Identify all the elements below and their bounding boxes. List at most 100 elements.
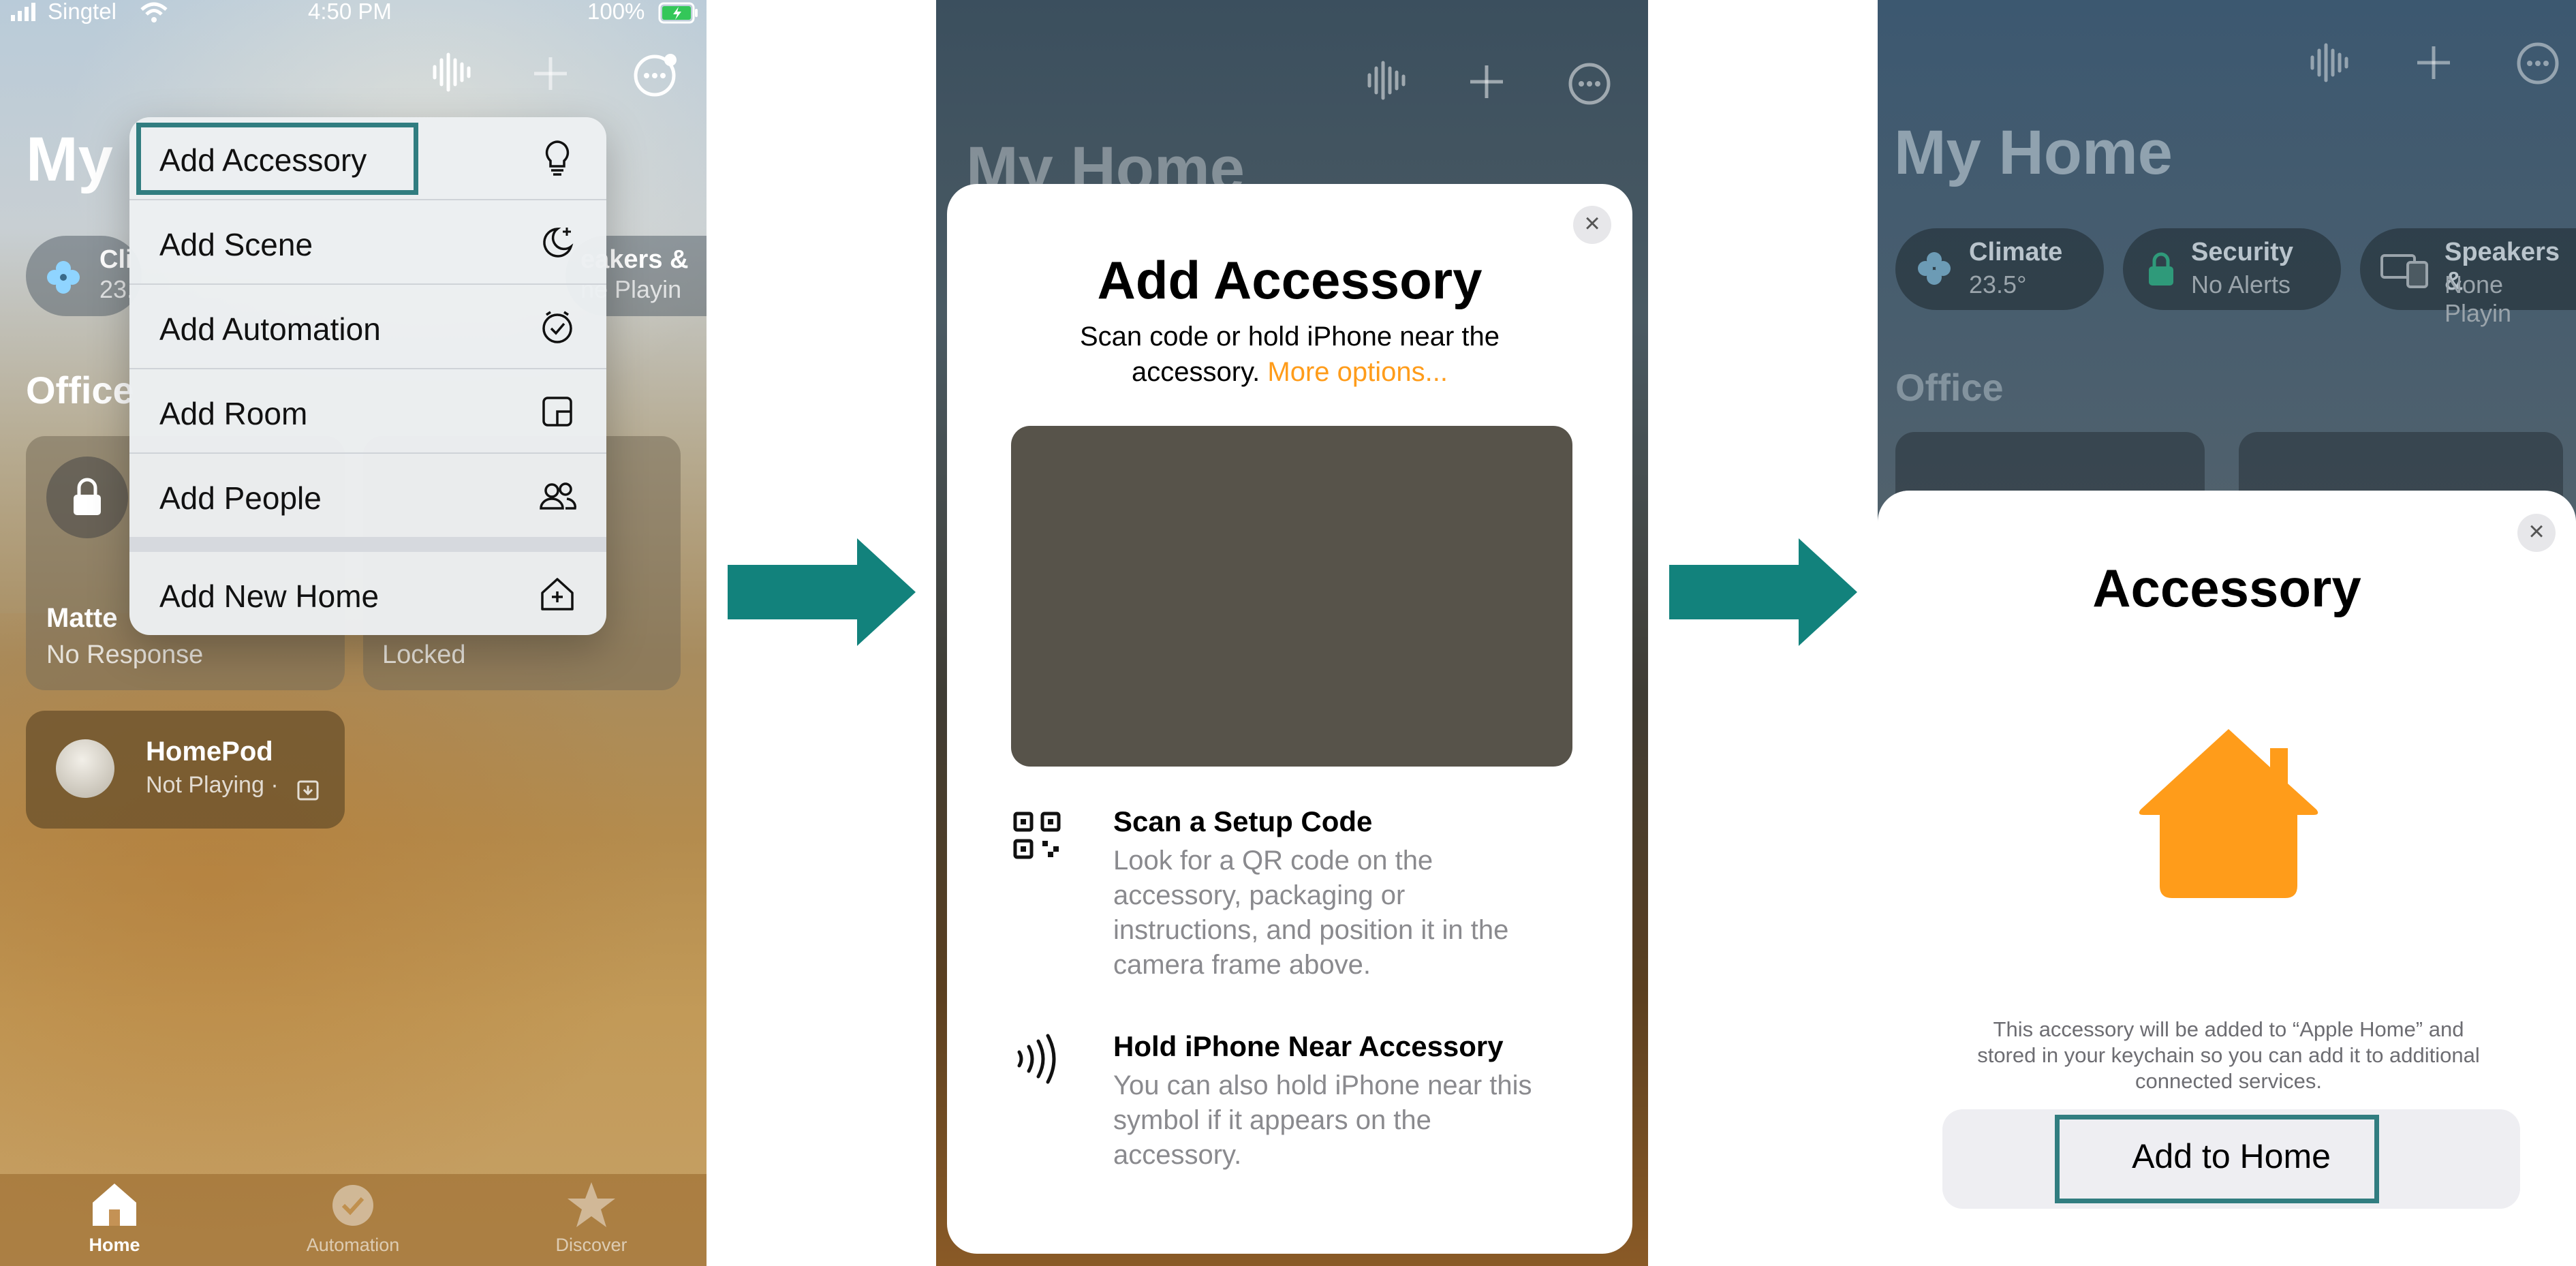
chip-value: 23.5°: [1969, 271, 2027, 298]
menu-item-add-room[interactable]: Add Room: [129, 371, 606, 454]
step-arrow-icon: [1669, 538, 1857, 646]
menu-item-label: Add Room: [159, 396, 308, 431]
house-icon: [2139, 729, 2318, 898]
step-arrow-icon: [728, 538, 916, 646]
airplay-icon: [297, 780, 319, 801]
security-chip: Security No Alerts: [2123, 228, 2341, 310]
sheet-subtitle-line2: accessory. More options...: [947, 354, 1632, 390]
more-options-link[interactable]: More options...: [1267, 357, 1448, 387]
tile-status: Not Playing ·: [146, 772, 279, 798]
add-to-home-label: Add to Home: [2132, 1137, 2331, 1175]
more-icon: [1568, 63, 1611, 105]
homepod-tile[interactable]: HomePod Not Playing ·: [26, 711, 345, 829]
people-icon: [540, 482, 576, 510]
status-bar-left: Singtel: [10, 0, 187, 30]
star-icon: [568, 1182, 615, 1227]
battery-icon: [658, 2, 698, 24]
nfc-icon: [1017, 1034, 1056, 1084]
accessory-confirm-panel: My Home Climate 23.5° Security No Alerts…: [1878, 0, 2576, 1266]
tile-title: Matte: [46, 603, 118, 633]
house-plus-icon: [541, 578, 574, 611]
wifi-icon: [140, 2, 168, 22]
menu-item-add-new-home[interactable]: Add New Home: [129, 553, 606, 635]
tab-label: Home: [89, 1235, 140, 1255]
lightbulb-icon: [545, 140, 570, 176]
scan-code-title: Scan a Setup Code: [1113, 805, 1373, 837]
automation-tab-icon: [332, 1185, 373, 1226]
description-line: accessory, packaging or: [1113, 880, 1406, 910]
fan-icon: [1918, 252, 1951, 285]
section-title: Office: [1895, 366, 2004, 409]
tab-label: Automation: [306, 1235, 400, 1255]
description-line: You can also hold iPhone near this: [1113, 1070, 1532, 1100]
moon-sparkle-icon: [543, 227, 574, 258]
close-icon[interactable]: ×: [1573, 206, 1611, 244]
plus-icon: [2417, 46, 2450, 79]
section-title[interactable]: Office: [26, 368, 134, 412]
menu-item-add-accessory[interactable]: Add Accessory: [129, 117, 606, 200]
menu-item-add-automation[interactable]: Add Automation: [129, 286, 606, 369]
carrier-label: Singtel: [48, 0, 117, 24]
hold-iphone-description: You can also hold iPhone near this symbo…: [1113, 1068, 1532, 1173]
tile-title: HomePod: [146, 737, 273, 767]
description-line: Look for a QR code on the: [1113, 846, 1433, 876]
camera-frame: [1011, 426, 1572, 767]
status-time: 4:50 PM: [308, 0, 392, 24]
tab-discover[interactable]: Discover: [523, 1179, 659, 1256]
scan-code-description: Look for a QR code on the accessory, pac…: [1113, 844, 1508, 983]
menu-item-label: Add People: [159, 480, 322, 516]
add-to-home-button[interactable]: Add to Home: [1942, 1109, 2520, 1209]
hold-iphone-title: Hold iPhone Near Accessory: [1113, 1030, 1504, 1062]
description-line: symbol if it appears on the: [1113, 1105, 1431, 1135]
page-title: My: [26, 125, 113, 194]
homepod-icon: [56, 739, 114, 798]
speakers-chip: Speakers & None Playin: [2360, 228, 2576, 327]
chip-label: Climate: [1969, 238, 2063, 266]
home-tab-icon: [93, 1184, 136, 1226]
menu-item-label: Add Accessory: [159, 142, 367, 178]
waveform-icon[interactable]: [429, 50, 473, 94]
tab-bar: Home Automation Discover: [0, 1174, 707, 1266]
menu-item-label: Add Automation: [159, 311, 381, 347]
menu-item-add-scene[interactable]: Add Scene: [129, 202, 606, 285]
plus-icon: [1470, 65, 1503, 98]
waveform-icon: [1367, 61, 1406, 100]
tab-automation[interactable]: Automation: [285, 1179, 421, 1256]
note-line: stored in your keychain so you can add i…: [1977, 1043, 2480, 1067]
note-line: This accessory will be added to “Apple H…: [1993, 1017, 2464, 1041]
fan-icon: [47, 261, 80, 294]
chip-value: No Alerts: [2191, 271, 2291, 298]
plus-icon[interactable]: [531, 55, 570, 93]
more-icon[interactable]: [632, 50, 680, 98]
description-line: camera frame above.: [1113, 950, 1371, 980]
tutorial-stage: Singtel 4:50 PM 100% My Cli 23. eakers &…: [0, 0, 2576, 1266]
signal-icon: [11, 3, 35, 21]
climate-chip[interactable]: Cli 23.: [26, 236, 142, 316]
menu-item-label: Add Scene: [159, 227, 313, 262]
tile-status: Locked: [382, 640, 466, 669]
climate-chip: Climate 23.5°: [1895, 228, 2104, 310]
sheet-title: Accessory: [2092, 558, 2361, 618]
chip-label: Security: [2191, 238, 2293, 266]
description-line: accessory.: [1113, 1140, 1242, 1170]
room-icon: [542, 397, 572, 427]
lock-icon: [74, 478, 101, 515]
add-accessory-panel: My Home × Add Accessory Scan code or hol…: [936, 0, 1648, 1266]
menu-separator: [129, 537, 606, 552]
note-line: connected services.: [2135, 1069, 2322, 1093]
more-icon: [2517, 42, 2559, 84]
tile-status: No Response: [46, 640, 204, 669]
background-page-title: My Home: [1894, 118, 2173, 187]
chip-value: None Playin: [2445, 271, 2512, 327]
climate-chip-label: Cli: [99, 245, 133, 274]
battery-percent: 100%: [587, 0, 645, 24]
clock-check-icon: [542, 311, 572, 343]
menu-item-add-people[interactable]: Add People: [129, 455, 606, 538]
accessory-sheet: × Accessory This accessory will be added…: [1878, 491, 2576, 1266]
sheet-title: Add Accessory: [1097, 250, 1483, 310]
tab-home[interactable]: Home: [46, 1179, 183, 1256]
add-menu: Add Accessory Add Scene Add Automation A…: [129, 117, 606, 635]
menu-item-label: Add New Home: [159, 578, 379, 614]
close-icon[interactable]: ×: [2517, 514, 2556, 552]
subtitle-text: accessory.: [1132, 357, 1260, 387]
